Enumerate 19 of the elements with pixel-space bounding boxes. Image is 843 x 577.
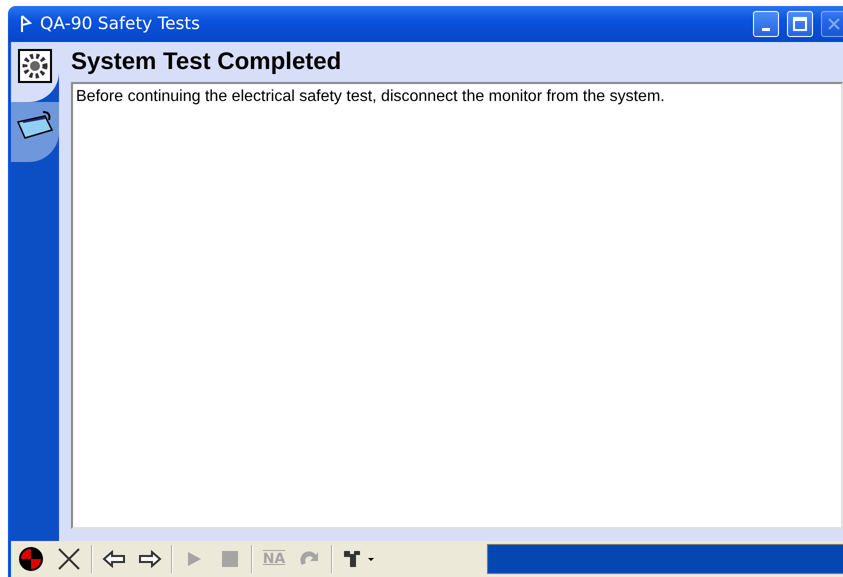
right-arrow-icon xyxy=(138,550,162,568)
record-icon xyxy=(18,546,44,572)
gear-icon xyxy=(17,48,53,84)
window-title: QA-90 Safety Tests xyxy=(40,14,201,34)
flag-icon xyxy=(20,15,32,33)
stop-icon xyxy=(221,550,239,568)
minimize-icon xyxy=(762,28,770,30)
close-icon xyxy=(827,17,841,31)
minimize-button[interactable] xyxy=(753,11,779,37)
play-icon xyxy=(185,550,203,568)
maximize-icon xyxy=(793,17,807,31)
message-text: Before continuing the electrical safety test, disconnect the monitor from the system. xyxy=(76,88,665,105)
close-icon xyxy=(56,546,82,572)
heading: System Test Completed xyxy=(71,48,342,76)
maximize-button[interactable] xyxy=(787,11,813,37)
close-button[interactable] xyxy=(821,11,843,37)
left-arrow-icon xyxy=(102,550,126,568)
side-tab[interactable] xyxy=(11,42,59,102)
side-tab[interactable] xyxy=(11,102,59,162)
